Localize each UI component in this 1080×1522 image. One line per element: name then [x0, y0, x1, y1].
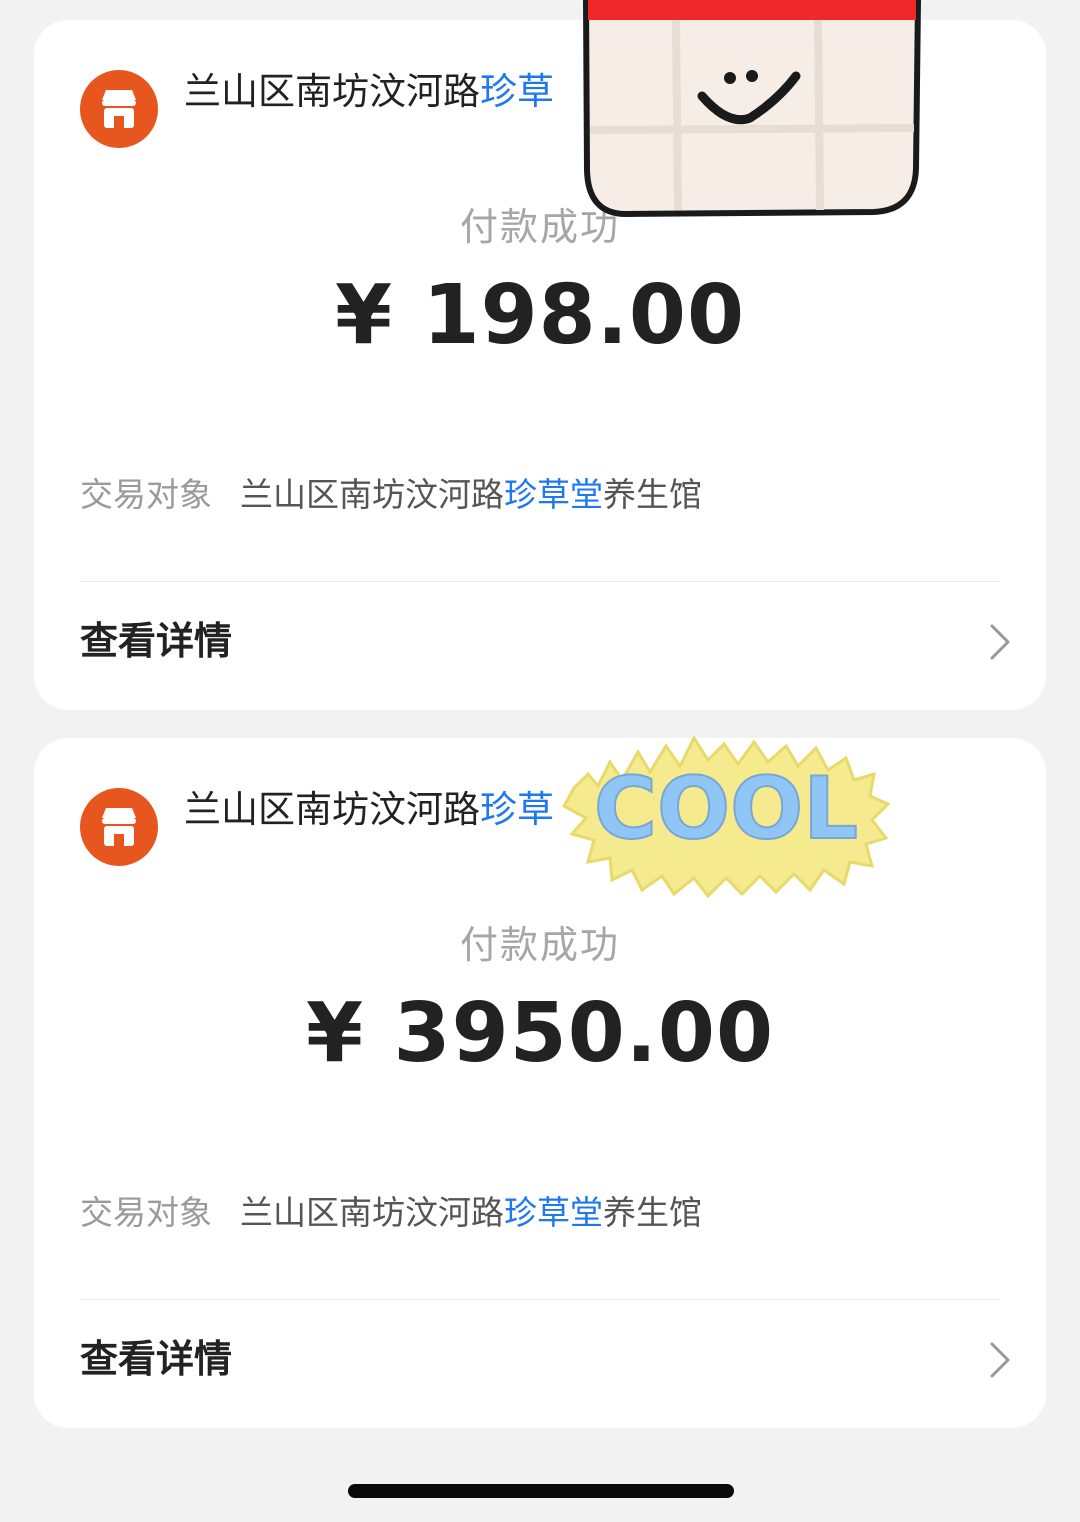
home-indicator[interactable]: [348, 1484, 734, 1498]
merchant-title-prefix: 兰山区南坊汶河路: [184, 788, 480, 831]
transaction-party-suffix: 养生馆: [603, 475, 702, 514]
shop-icon: [80, 788, 158, 866]
transaction-party-prefix: 兰山区南坊汶河路: [240, 1193, 504, 1232]
payment-status: 付款成功: [459, 923, 620, 967]
transaction-party-prefix: 兰山区南坊汶河路: [240, 475, 504, 514]
view-details-link[interactable]: 查看详情: [80, 1334, 232, 1384]
chevron-right-icon[interactable]: [988, 1340, 1012, 1380]
divider: [80, 581, 1000, 582]
transaction-party-label: 交易对象: [80, 1193, 212, 1232]
transaction-party-row: 交易对象 兰山区南坊汶河路珍草堂养生馆: [80, 1190, 702, 1236]
transaction-party-highlight[interactable]: 珍草堂: [504, 1193, 603, 1232]
chevron-right-icon[interactable]: [988, 622, 1012, 662]
view-details-link[interactable]: 查看详情: [80, 616, 232, 666]
shop-icon: [80, 70, 158, 148]
cool-sticker-text: COOL: [594, 759, 858, 859]
transaction-party-row: 交易对象 兰山区南坊汶河路珍草堂养生馆: [80, 472, 702, 518]
merchant-title-prefix: 兰山区南坊汶河路: [184, 70, 480, 113]
merchant-title-highlight: 珍草: [480, 70, 554, 113]
payment-amount: ¥ 3950.00: [305, 986, 775, 1081]
payment-amount: ¥ 198.00: [334, 268, 746, 363]
merchant-title: 兰山区南坊汶河路珍草: [184, 68, 554, 116]
transaction-party-highlight[interactable]: 珍草堂: [504, 475, 603, 514]
calendar-smile-sticker: [582, 0, 922, 218]
transaction-party-suffix: 养生馆: [603, 1193, 702, 1232]
cool-sticker: COOL: [561, 734, 891, 898]
merchant-title: 兰山区南坊汶河路珍草: [184, 786, 554, 834]
merchant-title-highlight: 珍草: [480, 788, 554, 831]
transaction-party-label: 交易对象: [80, 475, 212, 514]
payment-card-2: 兰山区南坊汶河路珍草 付款成功 ¥ 3950.00 交易对象 兰山区南坊汶河路珍草…: [34, 738, 1046, 1428]
divider: [80, 1299, 1000, 1300]
